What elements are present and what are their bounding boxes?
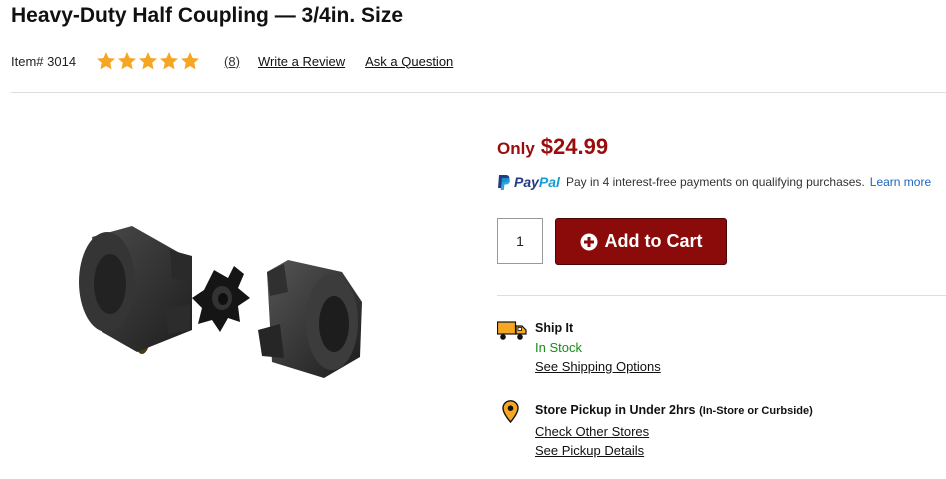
paypal-pay-in-4-text: Pay in 4 interest-free payments on quali… [565, 175, 865, 189]
price-prefix: Only [497, 139, 535, 158]
fulfillment-divider [497, 295, 946, 296]
add-to-cart-button[interactable]: Add to Cart [555, 218, 727, 265]
write-review-link[interactable]: Write a Review [258, 54, 345, 69]
pickup-details-link[interactable]: See Pickup Details [535, 441, 813, 461]
location-pin-icon [502, 400, 519, 423]
left-hub [79, 226, 192, 354]
truck-icon [497, 321, 527, 340]
product-title: Heavy-Duty Half Coupling — 3/4in. Size [11, 4, 404, 27]
price-row: Only $24.99 [497, 134, 608, 160]
ship-it-section: Ship It In Stock See Shipping Options [535, 319, 661, 376]
star-icon [160, 52, 179, 70]
review-count-link[interactable]: (8) [224, 54, 240, 69]
store-pickup-title: Store Pickup in Under 2hrs [535, 403, 696, 417]
header-divider [11, 92, 946, 93]
star-icon [97, 52, 116, 70]
product-meta-row: Item# 3014 (8) Write a Review Ask a Ques… [11, 50, 453, 72]
ask-question-link[interactable]: Ask a Question [365, 54, 453, 69]
shipping-options-link[interactable]: See Shipping Options [535, 357, 661, 376]
star-rating[interactable] [96, 51, 200, 71]
paypal-logo: PayPal [497, 174, 560, 191]
paypal-message: PayPal Pay in 4 interest-free payments o… [497, 172, 931, 192]
star-icon [139, 52, 158, 70]
quantity-input[interactable] [497, 218, 543, 264]
add-to-cart-label: Add to Cart [604, 231, 703, 251]
paypal-logo-pal: Pal [538, 174, 560, 190]
star-icon [118, 52, 137, 70]
spider-insert [192, 266, 250, 332]
learn-more-link[interactable]: Learn more [870, 175, 931, 189]
stock-status: In Stock [535, 340, 582, 355]
paypal-icon [498, 174, 510, 190]
right-hub [258, 260, 362, 378]
store-pickup-subtitle: (In-Store or Curbside) [699, 405, 813, 417]
product-image[interactable] [62, 212, 372, 392]
item-number: Item# 3014 [11, 53, 77, 69]
price-value: $24.99 [540, 134, 609, 159]
store-pickup-section: Store Pickup in Under 2hrs (In-Store or … [535, 400, 813, 461]
check-other-stores-link[interactable]: Check Other Stores [535, 422, 813, 442]
paypal-logo-pay: Pay [514, 174, 539, 190]
ship-it-title: Ship It [535, 321, 574, 335]
plus-circle-icon [580, 233, 597, 250]
star-icon [181, 52, 200, 70]
